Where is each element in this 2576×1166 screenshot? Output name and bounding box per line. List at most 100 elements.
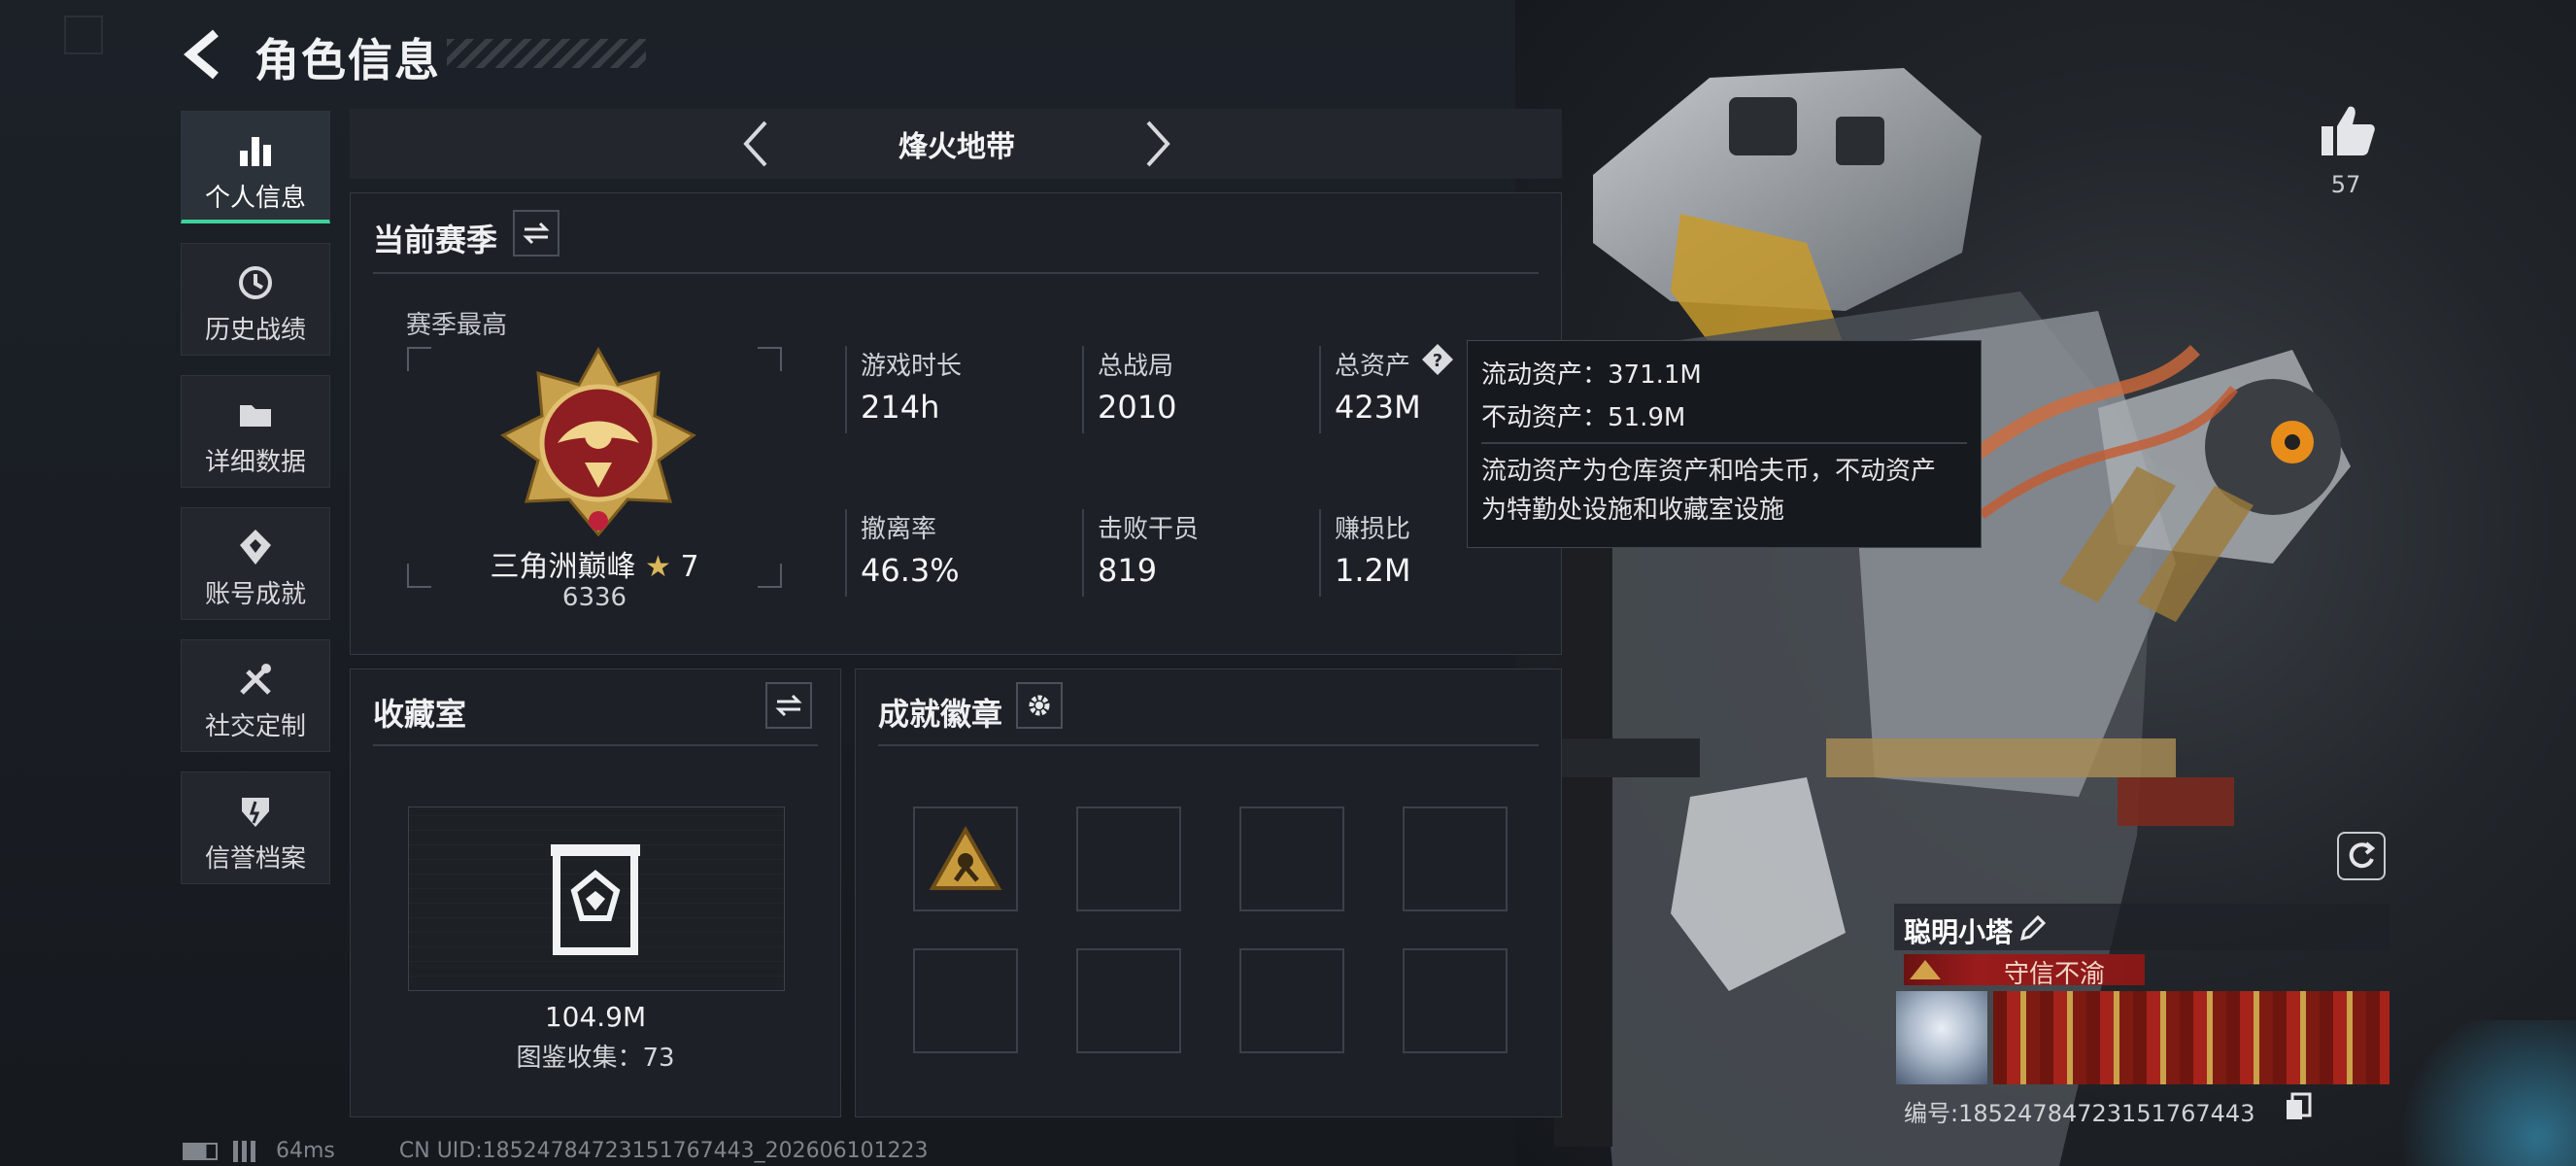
stat-divider bbox=[1082, 509, 1084, 597]
title-stripe-decoration bbox=[447, 39, 646, 68]
star-icon: ★ bbox=[645, 550, 671, 584]
rank-emblem-icon bbox=[500, 346, 696, 537]
nav-item-details[interactable]: 详细数据 bbox=[181, 375, 330, 488]
vault-icon bbox=[551, 844, 640, 955]
stat-kills-value: 819 bbox=[1098, 552, 1158, 589]
like-count: 57 bbox=[2330, 171, 2361, 198]
badge-slot-empty[interactable] bbox=[1403, 806, 1508, 911]
battery-icon bbox=[183, 1142, 218, 1160]
badge-slot-empty[interactable] bbox=[1076, 948, 1181, 1053]
assets-help-button[interactable]: ? bbox=[1420, 342, 1455, 377]
badges-settings-button[interactable] bbox=[1016, 682, 1063, 729]
stat-matches-label: 总战局 bbox=[1098, 352, 1174, 381]
badge-triangle-icon bbox=[929, 825, 1002, 890]
player-title: 守信不渝 bbox=[2003, 960, 2105, 989]
badge-slot[interactable] bbox=[913, 806, 1018, 911]
folder-icon bbox=[240, 405, 271, 427]
player-uid: 编号:18524784723151767443 bbox=[1904, 1100, 2255, 1127]
back-arrow-icon[interactable] bbox=[181, 27, 229, 82]
signal-icon bbox=[233, 1140, 260, 1162]
thumbs-up-icon[interactable] bbox=[2320, 103, 2376, 157]
stat-divider bbox=[1319, 346, 1321, 433]
nav-label: 个人信息 bbox=[204, 184, 306, 213]
stat-divider bbox=[1319, 509, 1321, 597]
nav-label: 账号成就 bbox=[204, 580, 306, 609]
collection-value: 104.9M bbox=[544, 1001, 647, 1033]
rank-name-line: 三角洲巅峰 ★ 7 bbox=[406, 542, 783, 585]
page-title: 角色信息 bbox=[254, 34, 441, 86]
tooltip-liquid-assets: 流动资产：371.1M bbox=[1481, 360, 1702, 390]
stat-divider bbox=[845, 509, 847, 597]
season-switch-button[interactable] bbox=[513, 210, 559, 257]
swap-icon bbox=[523, 222, 550, 245]
stat-profit-value: 1.2M bbox=[1335, 552, 1411, 589]
stat-matches-value: 2010 bbox=[1098, 389, 1177, 426]
collection-title: 收藏室 bbox=[373, 696, 467, 733]
tooltip-description-line-2: 为特勤处设施和收藏室设施 bbox=[1481, 496, 1785, 525]
clock-history-icon bbox=[239, 266, 272, 299]
stat-playtime-label: 游戏时长 bbox=[861, 352, 963, 381]
badge-slot-empty[interactable] bbox=[913, 948, 1018, 1053]
badge-slot-empty[interactable] bbox=[1239, 948, 1344, 1053]
collection-catalog-count: 图鉴收集：73 bbox=[516, 1044, 675, 1073]
status-footer: 64ms CN UID:18524784723151767443_2026061… bbox=[183, 1139, 929, 1163]
nav-label: 详细数据 bbox=[204, 448, 306, 477]
mode-title: 烽火地带 bbox=[898, 130, 1015, 164]
badges-divider bbox=[878, 744, 1539, 746]
rank-score: 6336 bbox=[561, 583, 627, 612]
corner-glow bbox=[2380, 1020, 2576, 1166]
stat-extract-rate-value: 46.3% bbox=[861, 552, 960, 589]
tooltip-description-line-1: 流动资产为仓库资产和哈夫币，不动资产 bbox=[1481, 457, 1937, 486]
collection-room-preview[interactable] bbox=[408, 806, 785, 991]
achievement-icon bbox=[240, 530, 271, 565]
stat-assets-value: 423M bbox=[1335, 389, 1421, 426]
rank-star-count: 7 bbox=[680, 550, 699, 584]
rank-name: 三角洲巅峰 bbox=[490, 550, 636, 584]
corner-decoration bbox=[64, 16, 103, 54]
footer-uid: CN UID:18524784723151767443_202606101223 bbox=[398, 1139, 929, 1163]
badge-slot-empty[interactable] bbox=[1403, 948, 1508, 1053]
nav-item-profile[interactable]: 个人信息 bbox=[181, 111, 330, 223]
collection-divider bbox=[373, 744, 818, 746]
stat-extract-rate-label: 撤离率 bbox=[861, 515, 937, 544]
badge-slot-empty[interactable] bbox=[1239, 806, 1344, 911]
title-emblem-icon bbox=[1910, 960, 1941, 979]
stat-playtime-value: 214h bbox=[861, 389, 940, 426]
tooltip-divider bbox=[1481, 442, 1967, 444]
svg-text:?: ? bbox=[1433, 351, 1442, 371]
stat-profit-label: 赚损比 bbox=[1335, 515, 1411, 544]
nav-item-history[interactable]: 历史战绩 bbox=[181, 243, 330, 356]
stat-assets-label: 总资产 bbox=[1335, 352, 1411, 381]
assets-tooltip: 流动资产：371.1M 不动资产：51.9M 流动资产为仓库资产和哈夫币，不动资… bbox=[1467, 340, 1982, 548]
question-icon: ? bbox=[1422, 344, 1453, 375]
player-banner-art bbox=[1993, 991, 2390, 1084]
stat-divider bbox=[845, 346, 847, 433]
shield-icon bbox=[242, 798, 269, 827]
badges-title: 成就徽章 bbox=[878, 696, 1003, 733]
player-avatar[interactable] bbox=[1896, 991, 1987, 1084]
next-mode-arrow-icon[interactable] bbox=[1138, 117, 1177, 171]
prev-mode-arrow-icon[interactable] bbox=[736, 117, 775, 171]
stat-divider bbox=[1082, 346, 1084, 433]
nav-item-reputation[interactable]: 信誉档案 bbox=[181, 772, 330, 884]
nav-item-social[interactable]: 社交定制 bbox=[181, 639, 330, 752]
season-title: 当前赛季 bbox=[373, 222, 498, 258]
nav-label: 历史战绩 bbox=[204, 316, 306, 345]
swap-icon bbox=[775, 694, 802, 717]
gear-icon bbox=[1029, 695, 1050, 716]
tooltip-fixed-assets: 不动资产：51.9M bbox=[1481, 403, 1686, 432]
player-name: 聪明小塔 bbox=[1904, 916, 2014, 948]
refresh-button[interactable] bbox=[2337, 832, 2386, 880]
collection-switch-button[interactable] bbox=[765, 682, 812, 729]
edit-pencil-icon[interactable] bbox=[2017, 913, 2048, 944]
tools-icon bbox=[240, 664, 271, 695]
ping-value: 64ms bbox=[276, 1139, 335, 1163]
season-best-label: 赛季最高 bbox=[406, 311, 508, 340]
badge-slot-empty[interactable] bbox=[1076, 806, 1181, 911]
refresh-icon bbox=[2349, 841, 2376, 869]
stat-kills-label: 击败干员 bbox=[1098, 515, 1200, 544]
bar-chart-icon bbox=[240, 137, 271, 166]
copy-icon[interactable] bbox=[2285, 1092, 2312, 1121]
nav-label: 信誉档案 bbox=[204, 844, 306, 874]
nav-item-achievements[interactable]: 账号成就 bbox=[181, 507, 330, 620]
